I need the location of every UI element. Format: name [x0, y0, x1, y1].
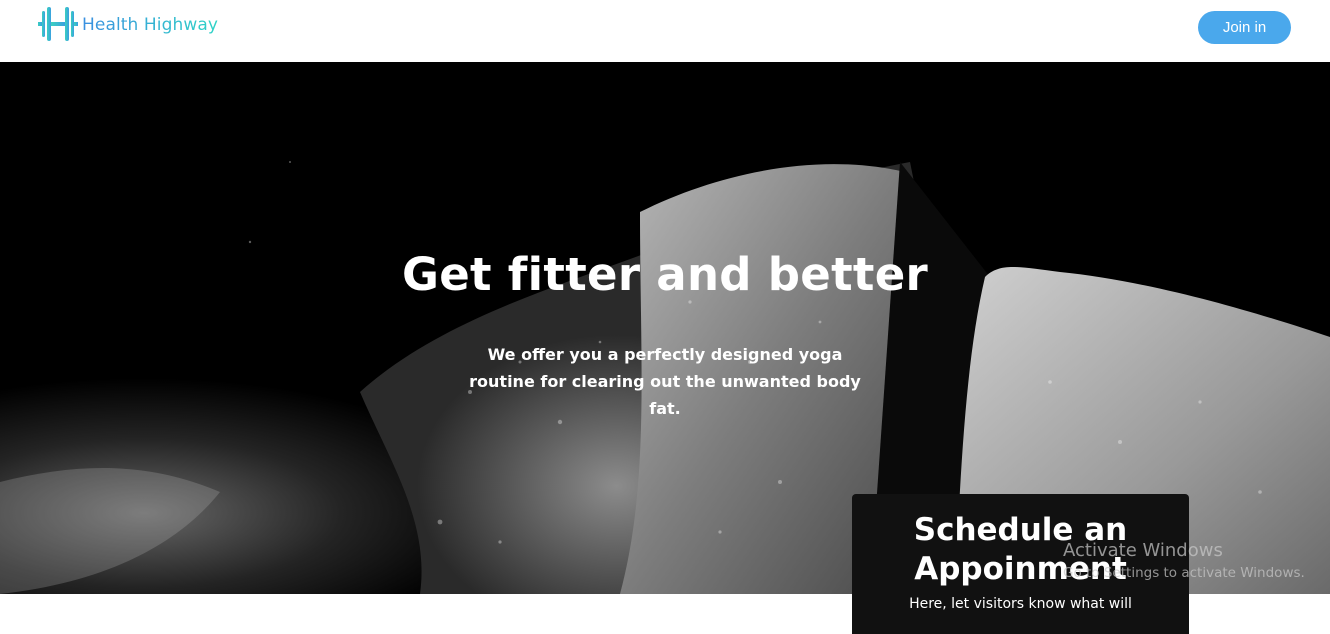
brand-name: Health Highway — [82, 15, 219, 35]
schedule-description: Here, let visitors know what will — [909, 596, 1132, 612]
schedule-appointment-card: Schedule an Appoinment Here, let visitor… — [852, 494, 1189, 634]
brand-logo-link[interactable]: Health Highway — [38, 7, 218, 43]
hero-subtitle: We offer you a perfectly designed yoga r… — [469, 345, 861, 418]
schedule-title: Schedule an Appoinment — [913, 512, 1128, 587]
barbell-h-logo-icon — [38, 7, 78, 41]
hero-title: Get fitter and better — [401, 248, 929, 301]
site-header: Health Highway Join in — [0, 0, 1330, 62]
join-in-button[interactable]: Join in — [1198, 11, 1291, 44]
